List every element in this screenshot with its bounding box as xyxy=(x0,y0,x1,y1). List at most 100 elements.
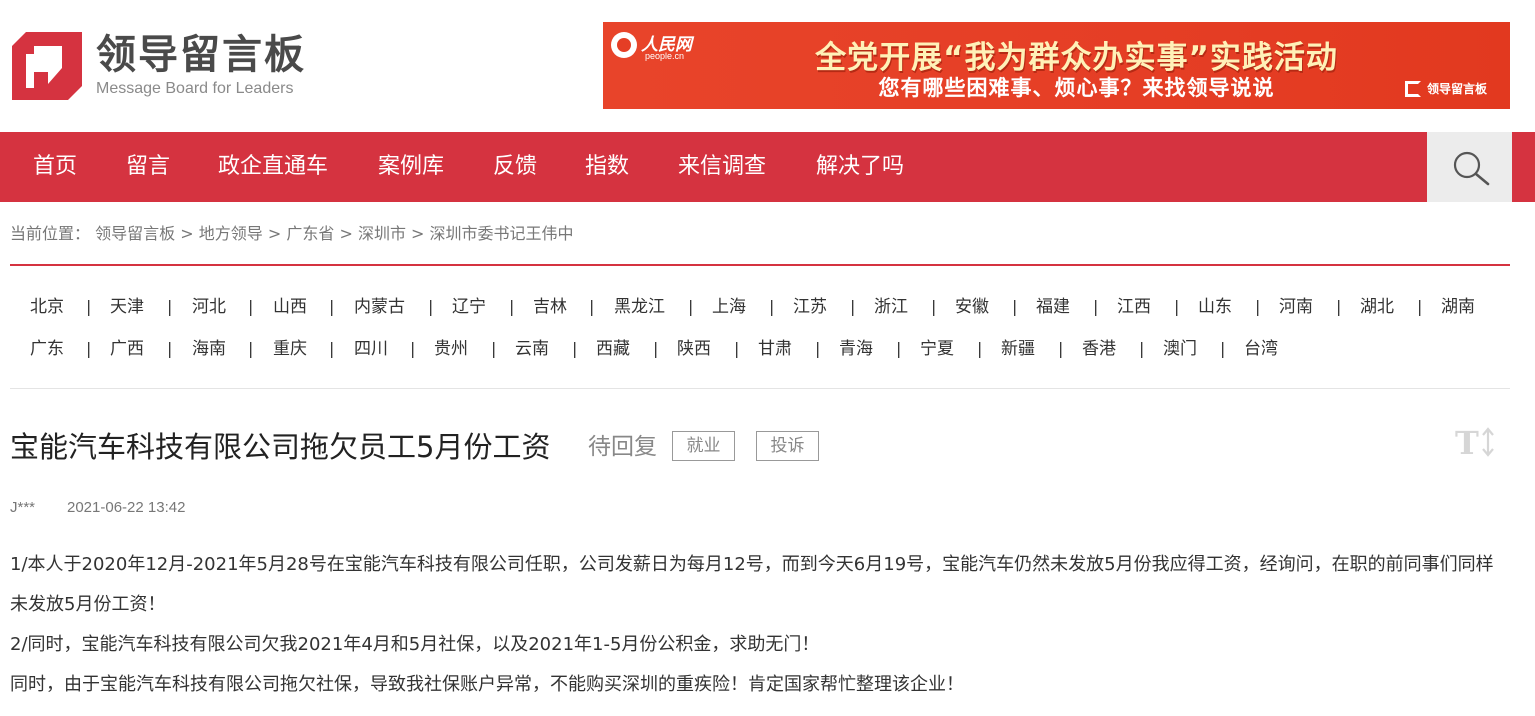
region-separator: | xyxy=(688,297,694,316)
region-link[interactable]: 重庆 xyxy=(273,337,307,361)
site-logo[interactable]: 领导留言板 Message Board for Leaders xyxy=(12,30,342,102)
nav-item-message[interactable]: 留言 xyxy=(126,132,170,202)
divider-red xyxy=(10,264,1510,266)
region-separator: | xyxy=(167,339,173,358)
region-link[interactable]: 湖北 xyxy=(1360,295,1394,319)
nav-item-cases[interactable]: 案例库 xyxy=(378,132,444,202)
tag-complaint[interactable]: 投诉 xyxy=(756,431,819,461)
breadcrumb-item-local[interactable]: 地方领导 xyxy=(199,224,263,243)
region-link[interactable]: 香港 xyxy=(1082,337,1116,361)
nav-item-index[interactable]: 指数 xyxy=(585,132,629,202)
region-separator: | xyxy=(491,339,497,358)
region-separator: | xyxy=(329,297,335,316)
region-separator: | xyxy=(850,297,856,316)
tag-employment[interactable]: 就业 xyxy=(672,431,735,461)
region-link[interactable]: 北京 xyxy=(30,295,64,319)
region-link[interactable]: 浙江 xyxy=(874,295,908,319)
region-separator: | xyxy=(1093,297,1099,316)
font-size-toggle[interactable]: T xyxy=(1455,424,1497,462)
logo-mark-icon xyxy=(12,32,82,100)
mini-logo-icon xyxy=(1405,81,1421,97)
region-link[interactable]: 安徽 xyxy=(955,295,989,319)
region-separator: | xyxy=(1012,297,1018,316)
main-nav: 首页 留言 政企直通车 案例库 反馈 指数 来信调查 解决了吗 xyxy=(0,132,1535,202)
region-separator: | xyxy=(589,297,595,316)
region-link[interactable]: 陕西 xyxy=(677,337,711,361)
region-separator: | xyxy=(1174,297,1180,316)
region-link[interactable]: 宁夏 xyxy=(920,337,954,361)
search-icon xyxy=(1453,151,1490,186)
region-link[interactable]: 江西 xyxy=(1117,295,1151,319)
region-link[interactable]: 吉林 xyxy=(533,295,567,319)
region-link[interactable]: 贵州 xyxy=(434,337,468,361)
region-separator: | xyxy=(86,297,92,316)
region-link[interactable]: 湖南 xyxy=(1441,295,1475,319)
header: 领导留言板 Message Board for Leaders 人民网 peop… xyxy=(0,0,1535,132)
message-author: J*** xyxy=(10,499,36,516)
region-separator: | xyxy=(815,339,821,358)
content-paragraph: 2/同时，宝能汽车科技有限公司欠我2021年4月和5月社保，以及2021年1-5… xyxy=(10,634,820,655)
breadcrumb-separator: > xyxy=(267,224,282,243)
region-link[interactable]: 福建 xyxy=(1036,295,1070,319)
region-link[interactable]: 山西 xyxy=(273,295,307,319)
region-link[interactable]: 青海 xyxy=(839,337,873,361)
region-separator: | xyxy=(734,339,740,358)
region-link[interactable]: 四川 xyxy=(354,337,388,361)
message-content: 1/本人于2020年12月-2021年5月28号在宝能汽车科技有限公司任职，公司… xyxy=(10,545,1510,705)
nav-item-enterprise[interactable]: 政企直通车 xyxy=(218,132,328,202)
nav-item-feedback[interactable]: 反馈 xyxy=(493,132,537,202)
region-link[interactable]: 甘肃 xyxy=(758,337,792,361)
region-separator: | xyxy=(769,297,775,316)
nav-item-survey[interactable]: 来信调查 xyxy=(678,132,766,202)
search-button[interactable] xyxy=(1427,132,1512,202)
banner-subline: 您有哪些困难事、烦心事？来找领导说说 xyxy=(878,76,1275,100)
region-link[interactable]: 黑龙江 xyxy=(614,295,665,319)
region-separator: | xyxy=(410,339,416,358)
region-link[interactable]: 上海 xyxy=(712,295,746,319)
breadcrumb-separator: > xyxy=(180,224,194,243)
breadcrumb-item-province[interactable]: 广东省 xyxy=(286,224,334,243)
content-paragraph: 1/本人于2020年12月-2021年5月28号在宝能汽车科技有限公司任职，公司… xyxy=(10,554,1494,615)
region-separator: | xyxy=(572,339,578,358)
region-link[interactable]: 内蒙古 xyxy=(354,295,405,319)
region-separator: | xyxy=(1336,297,1342,316)
breadcrumb-item-leader[interactable]: 深圳市委书记王伟中 xyxy=(430,224,574,243)
content-paragraph: 同时，由于宝能汽车科技有限公司拖欠社保，导致我社保账户异常，不能购买深圳的重疾险… xyxy=(10,674,964,695)
breadcrumb-item-city[interactable]: 深圳市 xyxy=(358,224,406,243)
region-link[interactable]: 天津 xyxy=(110,295,144,319)
region-link[interactable]: 河南 xyxy=(1279,295,1313,319)
breadcrumb-item-board[interactable]: 领导留言板 xyxy=(95,224,175,243)
region-link[interactable]: 西藏 xyxy=(596,337,630,361)
region-separator: | xyxy=(509,297,515,316)
campaign-banner[interactable]: 人民网 people.cn 全党开展“我为群众办实事”实践活动 您有哪些困难事、… xyxy=(603,22,1510,109)
region-separator: | xyxy=(167,297,173,316)
region-separator: | xyxy=(1417,297,1423,316)
region-separator: | xyxy=(1058,339,1064,358)
region-link[interactable]: 辽宁 xyxy=(452,295,486,319)
region-link[interactable]: 台湾 xyxy=(1244,337,1278,361)
region-link[interactable]: 澳门 xyxy=(1163,337,1197,361)
region-link[interactable]: 广东 xyxy=(30,337,64,361)
region-separator: | xyxy=(653,339,659,358)
region-link[interactable]: 广西 xyxy=(110,337,144,361)
region-separator: | xyxy=(248,297,254,316)
region-link[interactable]: 山东 xyxy=(1198,295,1232,319)
svg-text:T: T xyxy=(1455,424,1479,460)
banner-mini-logo: 领导留言板 xyxy=(1405,78,1505,100)
region-link[interactable]: 云南 xyxy=(515,337,549,361)
region-link[interactable]: 江苏 xyxy=(793,295,827,319)
region-link[interactable]: 新疆 xyxy=(1001,337,1035,361)
region-link[interactable]: 海南 xyxy=(192,337,226,361)
status-badge: 待回复 xyxy=(588,434,657,460)
region-separator: | xyxy=(1255,297,1261,316)
divider-gray xyxy=(10,388,1510,389)
region-separator: | xyxy=(428,297,434,316)
nav-item-home[interactable]: 首页 xyxy=(33,132,77,202)
nav-item-resolved[interactable]: 解决了吗 xyxy=(816,132,904,202)
region-separator: | xyxy=(248,339,254,358)
region-separator: | xyxy=(329,339,335,358)
logo-text-en: Message Board for Leaders xyxy=(96,80,294,97)
breadcrumb-prefix: 当前位置： xyxy=(10,224,91,243)
region-link[interactable]: 河北 xyxy=(192,295,226,319)
region-separator: | xyxy=(86,339,92,358)
